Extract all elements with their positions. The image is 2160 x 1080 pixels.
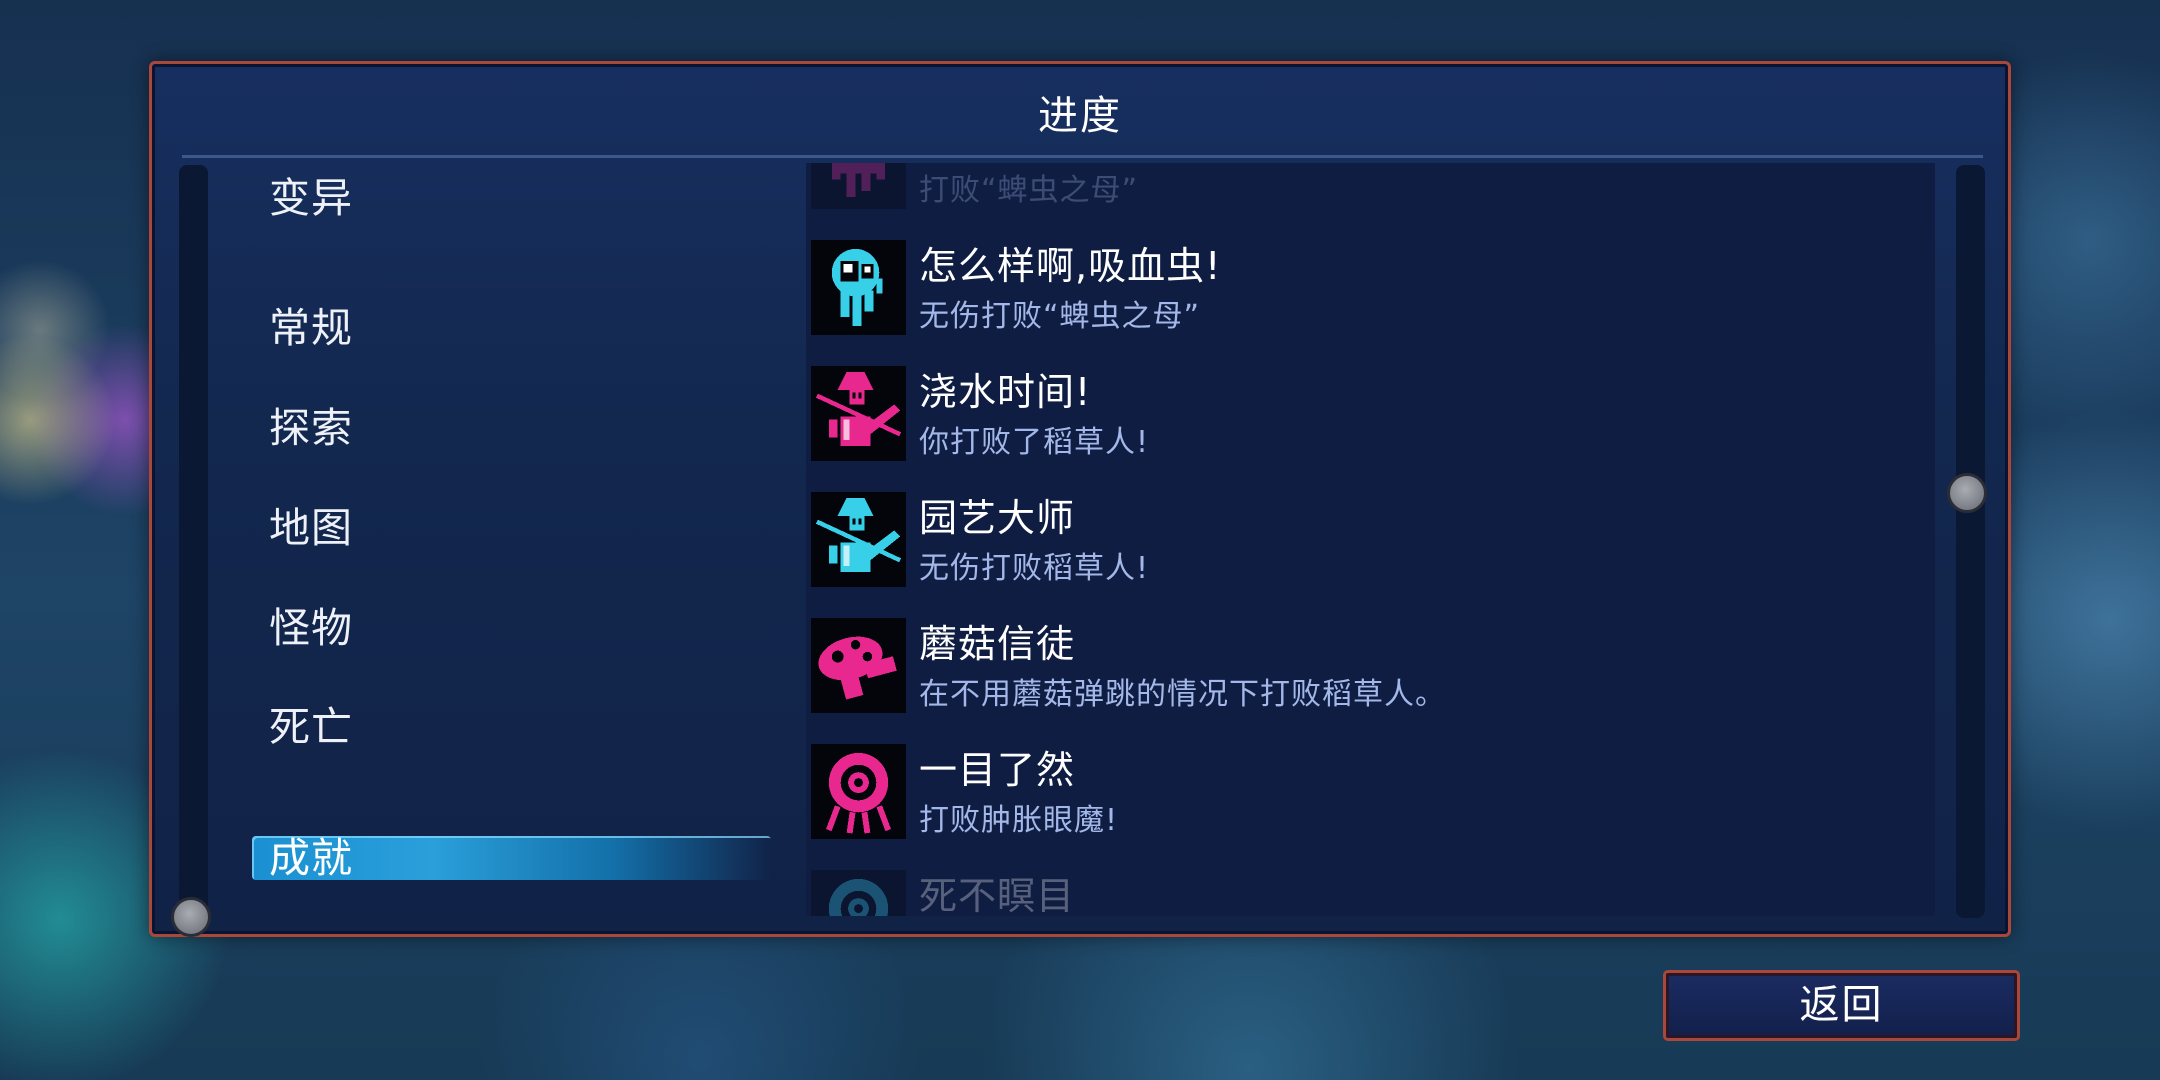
menu-item-general[interactable]: 常规: [252, 303, 771, 353]
achievement-description: 打败“蜱虫之母”: [919, 173, 1139, 208]
achievement-description: 在不用蘑菇弹跳的情况下打败稻草人。: [919, 677, 1446, 712]
menu-item-map[interactable]: 地图: [252, 503, 771, 553]
achievement-item[interactable]: 死不瞑目: [811, 870, 1921, 916]
achievement-title: 浇水时间!: [919, 370, 1092, 414]
achievement-title: 蘑菇信徒: [919, 622, 1076, 666]
achievement-title: 一目了然: [919, 748, 1076, 792]
list-scrollbar-knob[interactable]: [1947, 473, 1987, 513]
eye-monster-icon: [811, 870, 906, 916]
list-scrollbar[interactable]: [1956, 165, 1985, 918]
mushroom-icon: [811, 618, 906, 713]
menu-item-exploration[interactable]: 探索: [252, 403, 771, 453]
achievement-item[interactable]: 一目了然 打败肿胀眼魔!: [811, 744, 1921, 864]
page-title: 进度: [1038, 93, 1122, 139]
achievement-description: 无伤打败“蜱虫之母”: [919, 299, 1201, 334]
achievement-item[interactable]: 蘑菇信徒 在不用蘑菇弹跳的情况下打败稻草人。: [811, 618, 1921, 738]
achievement-item[interactable]: 园艺大师 无伤打败稻草人!: [811, 492, 1921, 612]
achievement-description: 打败肿胀眼魔!: [919, 803, 1119, 838]
eye-monster-icon: [811, 744, 906, 839]
achievement-title: 死不瞑目: [919, 874, 1076, 916]
menu-item-mutations[interactable]: 变异: [252, 173, 771, 223]
scarecrow-watering-can-icon: [811, 366, 906, 461]
menu-scrollbar[interactable]: [179, 165, 208, 918]
menu-item-monsters[interactable]: 怪物: [252, 603, 771, 653]
achievement-item[interactable]: 浇水时间! 你打败了稻草人!: [811, 366, 1921, 486]
achievement-item[interactable]: 怎么样啊,吸血虫! 无伤打败“蜱虫之母”: [811, 240, 1921, 360]
back-button[interactable]: 返回: [1663, 970, 2020, 1041]
menu-item-deaths[interactable]: 死亡: [252, 702, 771, 752]
tick-mother-icon: [811, 163, 906, 209]
achievement-list[interactable]: 打败“蜱虫之母” 怎么样啊,吸血虫! 无伤打败“蜱虫之母” 浇水时间! 你打败了…: [806, 163, 1935, 916]
achievement-item[interactable]: 打败“蜱虫之母”: [811, 163, 1921, 234]
scarecrow-watering-can-icon: [811, 492, 906, 587]
menu-scrollbar-knob[interactable]: [171, 897, 211, 937]
header-divider: [182, 155, 1983, 158]
achievement-title: 怎么样啊,吸血虫!: [919, 244, 1222, 288]
achievement-title: 园艺大师: [919, 496, 1076, 540]
achievement-description: 无伤打败稻草人!: [919, 551, 1150, 586]
menu-item-achievements[interactable]: 成就: [252, 836, 771, 880]
tick-creature-icon: [811, 240, 906, 335]
achievement-description: 你打败了稻草人!: [919, 425, 1150, 460]
